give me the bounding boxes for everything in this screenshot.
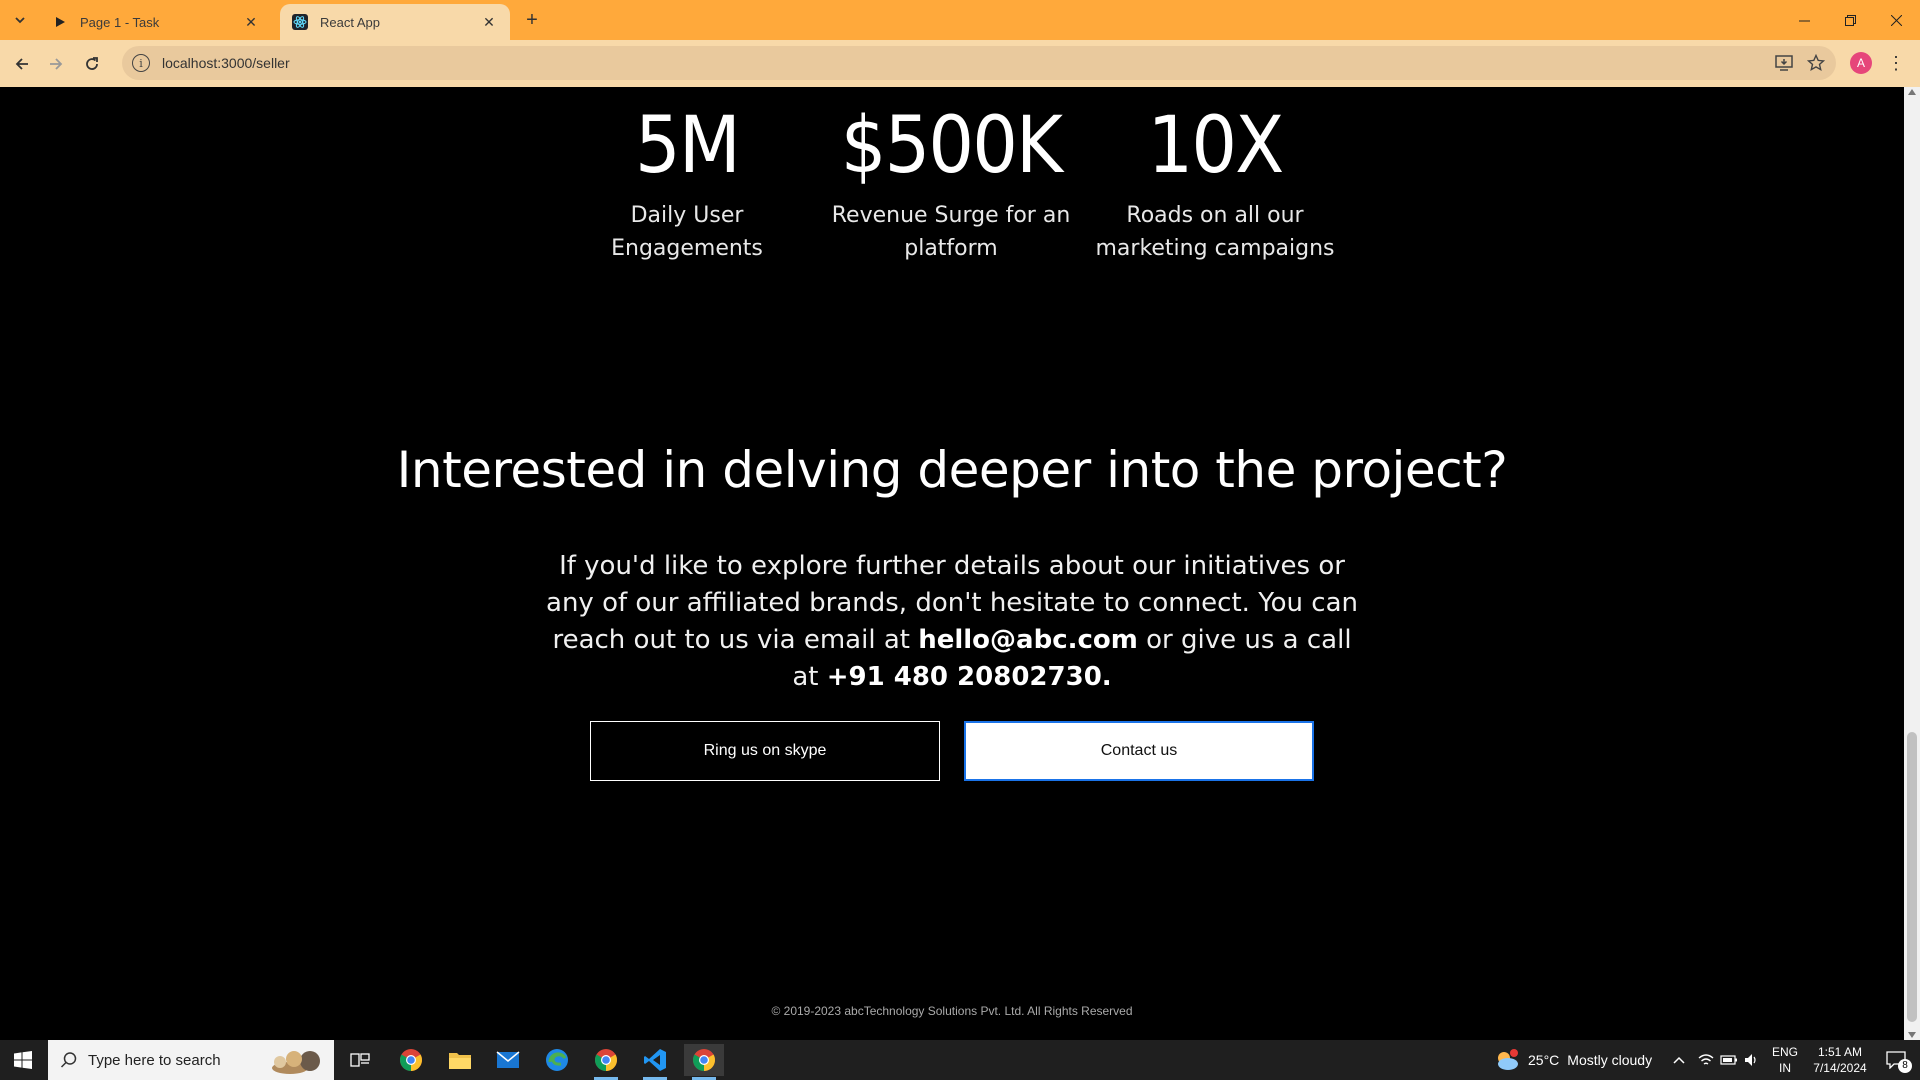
bookmark-star-icon[interactable] [1806,53,1826,73]
stat-label: Revenue Surge for an platform [831,203,1071,261]
stat-value: $500K [840,101,1063,191]
browser-menu-icon[interactable]: ⋮ [1886,52,1906,74]
taskbar-vscode[interactable] [635,1044,675,1080]
input-language[interactable]: ENG IN [1770,1040,1800,1080]
scrollbar-thumb[interactable] [1907,732,1917,1022]
task-view-icon [350,1053,370,1067]
install-app-icon[interactable] [1774,53,1794,73]
weather-condition: Mostly cloudy [1567,1052,1653,1068]
new-tab-button[interactable]: + [520,8,544,32]
windows-taskbar: Type here to search 25°C Mostly cloudy E… [0,1040,1920,1080]
taskbar-file-explorer[interactable] [440,1044,480,1076]
copyright-footer: © 2019-2023 abcTechnology Solutions Pvt.… [771,1004,1133,1018]
page-viewport: 5M Daily User Engagements $500K Revenue … [0,87,1904,1040]
reload-icon [86,57,98,70]
taskbar-mail[interactable] [488,1044,528,1076]
profile-avatar[interactable]: A [1850,52,1872,74]
search-highlight-illustration [272,1051,320,1074]
network-status[interactable] [1698,1040,1714,1080]
browser-tab-bar: Page 1 - Task ✕ React App ✕ + [0,0,1920,40]
stat-label: Roads on all our marketing campaigns [1095,203,1335,261]
scroll-up-arrow[interactable] [1908,89,1916,95]
address-bar[interactable]: i localhost:3000/seller [122,46,1836,80]
page-scrollbar[interactable] [1904,87,1920,1040]
stat-revenue-surge: $500K Revenue Surge for an platform [821,87,1081,265]
close-icon [1890,14,1902,26]
clock-date: 7/14/2024 [1813,1061,1867,1075]
stat-value: 5M [635,101,741,191]
minimize-button[interactable] [1781,0,1827,40]
notification-center[interactable]: 8 [1878,1040,1914,1080]
region-code: IN [1779,1061,1791,1075]
minimize-icon [1798,20,1810,21]
search-icon [60,1052,77,1068]
site-info-icon[interactable]: i [132,54,150,72]
stat-daily-engagements: 5M Daily User Engagements [557,87,817,265]
weather-temperature: 25°C [1528,1052,1560,1068]
ring-skype-button[interactable]: Ring us on skype [590,721,940,781]
tab-react-app[interactable]: React App ✕ [280,4,510,40]
close-icon[interactable]: ✕ [480,13,498,31]
play-icon [52,14,68,30]
chevron-up-icon [1673,1056,1685,1064]
browser-toolbar: i localhost:3000/seller A ⋮ [0,40,1920,87]
search-placeholder: Type here to search [88,1051,221,1069]
folder-icon [449,1053,471,1069]
start-button[interactable] [0,1040,46,1080]
edge-icon [546,1049,568,1071]
reload-button[interactable] [78,50,106,78]
vscode-icon [644,1049,666,1071]
restore-button[interactable] [1827,0,1873,40]
show-hidden-icons-button[interactable] [1672,1040,1686,1080]
contact-paragraph: If you'd like to explore further details… [540,548,1364,696]
close-window-button[interactable] [1873,0,1919,40]
back-button[interactable] [8,50,36,78]
chrome-icon [693,1049,715,1071]
contact-email: hello@abc.com [918,625,1138,655]
tab-page1-task[interactable]: Page 1 - Task ✕ [40,4,272,40]
restore-icon [1844,14,1856,26]
stat-value: 10X [1147,101,1285,191]
clock-time: 1:51 AM [1817,1045,1863,1059]
notification-count: 8 [1898,1059,1912,1073]
contact-phone: +91 480 20802730. [826,662,1112,692]
tab-title: React App [320,14,380,30]
cloudy-weather-icon [1498,1049,1518,1070]
windows-logo-icon [14,1051,32,1069]
taskbar-chrome-profile-2[interactable] [684,1044,724,1080]
speaker-icon [1745,1054,1756,1066]
contact-us-button[interactable]: Contact us [964,721,1314,781]
forward-button[interactable] [42,50,70,78]
wifi-icon [1698,1054,1714,1065]
volume-control[interactable] [1744,1040,1760,1080]
section-headline: Interested in delving deeper into the pr… [396,441,1508,499]
chrome-icon [595,1049,617,1071]
weather-widget[interactable]: 1 25°C Mostly cloudy [1494,1040,1652,1080]
react-icon [292,14,308,30]
language-code: ENG [1771,1045,1798,1059]
chrome-icon [400,1049,422,1071]
taskbar-search-box[interactable]: Type here to search [48,1040,334,1080]
stat-marketing-roads: 10X Roads on all our marketing campaigns [1085,87,1345,265]
arrow-left-icon [15,58,28,70]
tab-search-button[interactable] [8,8,32,32]
battery-icon [1720,1055,1737,1065]
task-view-button[interactable] [340,1044,380,1076]
scroll-down-arrow[interactable] [1908,1032,1916,1038]
mail-icon [496,1051,520,1068]
arrow-right-icon [50,58,63,70]
url-text: localhost:3000/seller [162,55,290,71]
taskbar-chrome[interactable] [391,1044,431,1076]
chevron-down-icon [15,17,25,24]
taskbar-chrome-profile-1[interactable] [586,1044,626,1080]
battery-status[interactable] [1720,1040,1738,1080]
close-icon[interactable]: ✕ [242,13,260,31]
taskbar-edge[interactable] [537,1044,577,1076]
system-clock[interactable]: 1:51 AM 7/14/2024 [1804,1040,1876,1080]
tab-title: Page 1 - Task [80,14,160,30]
stat-label: Daily User Engagements [611,203,763,261]
